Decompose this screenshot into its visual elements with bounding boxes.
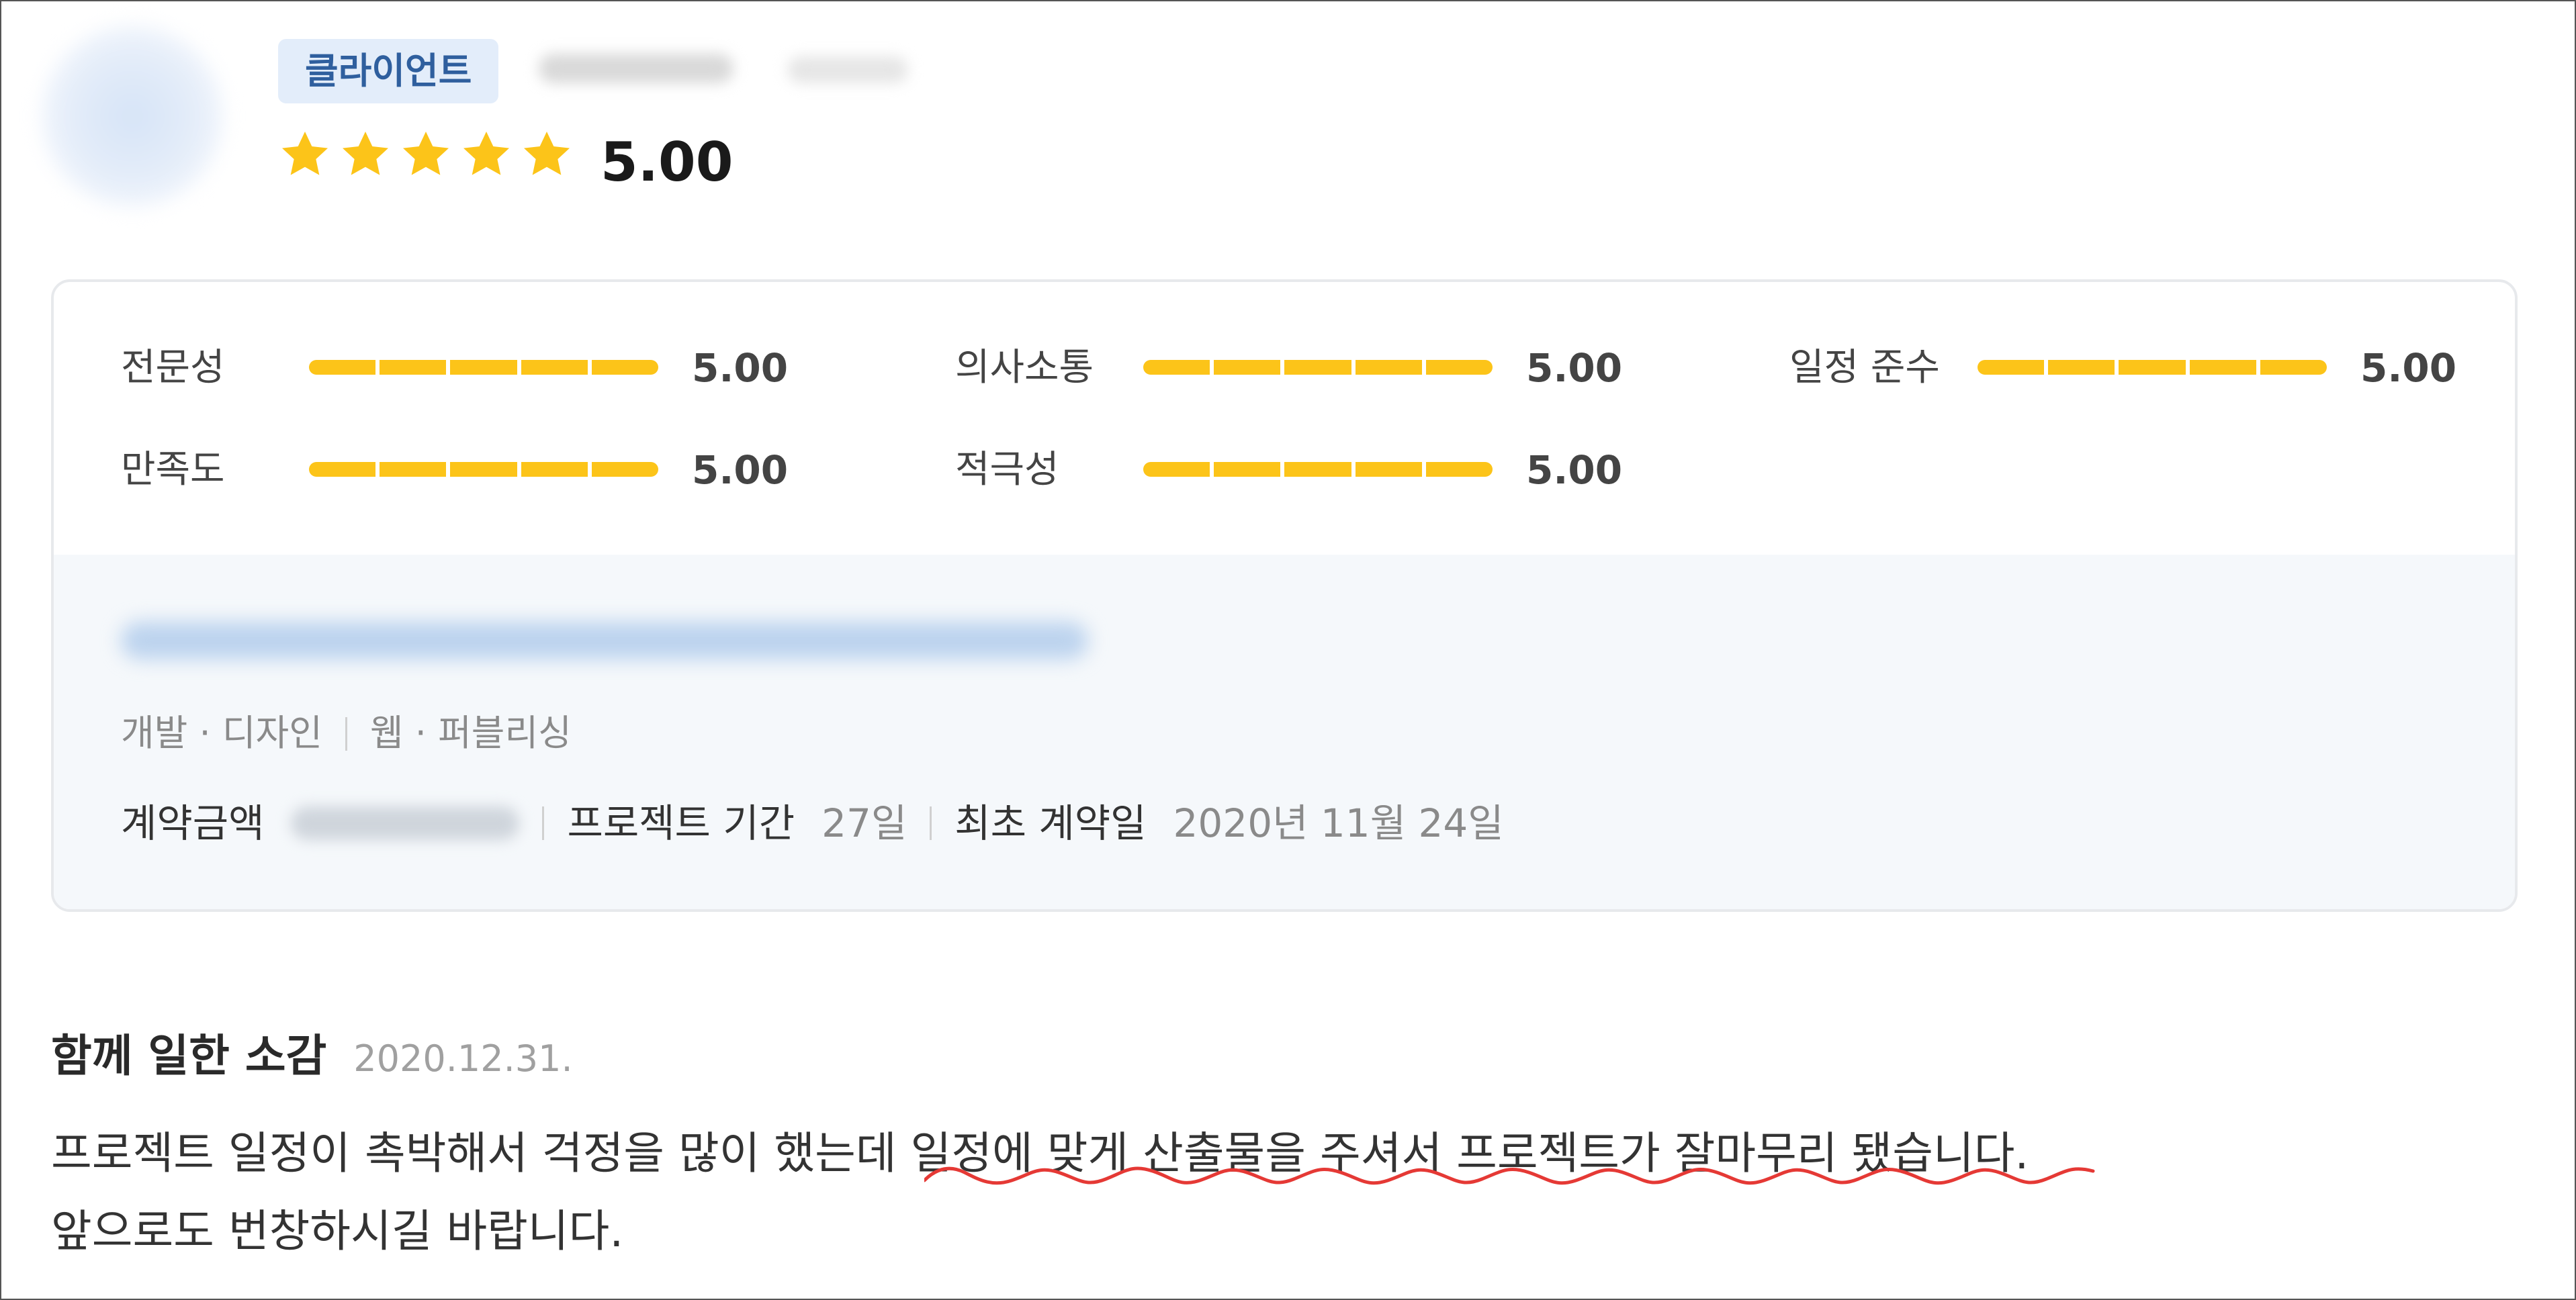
review-line: 앞으로도 번창하시길 바랍니다.	[51, 1205, 624, 1257]
metric-bar-segment	[2119, 360, 2186, 375]
review-date: 2020.12.31.	[353, 1037, 573, 1080]
metric-label: 전문성	[121, 346, 225, 389]
project-title-link-blurred[interactable]	[121, 622, 1088, 659]
star-icon	[524, 132, 570, 175]
metric-bar-segment	[1214, 462, 1281, 477]
metrics-panel: 전문성 5.00 의사소통 5.00 일정 준수 5.00 만족도 5.00 적	[54, 282, 2515, 555]
metric-score: 5.00	[692, 345, 789, 391]
metric-bar-segment	[591, 462, 659, 477]
star-icon	[343, 132, 388, 175]
project-info: 계약금액 프로젝트 기간 27일 최초 계약일 2020년 11월 24일	[121, 796, 1504, 850]
metric-communication: 의사소통 5.00	[955, 341, 1707, 395]
metric-bar-segment	[309, 462, 376, 477]
metric-bar-segment	[1355, 360, 1422, 375]
metric-schedule: 일정 준수 5.00	[1789, 341, 2515, 395]
first-contract-value: 2020년 11월 24일	[1173, 800, 1504, 846]
metric-bar-segment	[2189, 360, 2256, 375]
overall-score: 5.00	[601, 131, 734, 193]
review-card-frame: 클라이언트 5.00 전문성 5.00 의사소통 5.00 일정 준수 5.00…	[0, 0, 2576, 1300]
spellcheck-squiggle	[924, 1166, 2095, 1185]
metric-bar	[1143, 462, 1493, 477]
metric-bar-segment	[1214, 360, 1281, 375]
duration-label: 프로젝트 기간	[567, 800, 795, 846]
category-primary: 개발 · 디자인	[121, 712, 322, 754]
metric-bar-segment	[380, 462, 447, 477]
metric-label: 적극성	[955, 448, 1059, 492]
duration-value: 27일	[821, 800, 907, 846]
metric-bar-segment	[450, 462, 517, 477]
metric-bar-segment	[591, 360, 659, 375]
metric-bar-segment	[1284, 360, 1351, 375]
star-icon	[282, 132, 328, 175]
metric-proactiveness: 적극성 5.00	[955, 443, 1707, 497]
metric-score: 5.00	[1526, 345, 1623, 391]
contract-amount-blurred	[291, 806, 520, 840]
star-icon	[403, 132, 449, 175]
metric-bar-segment	[1143, 462, 1210, 477]
metric-satisfaction: 만족도 5.00	[121, 443, 873, 497]
contract-amount-label: 계약금액	[121, 800, 265, 846]
metric-score: 5.00	[2360, 345, 2457, 391]
metric-bar-segment	[2260, 360, 2327, 375]
metric-bar	[309, 360, 659, 375]
reviewer-name-blurred	[539, 54, 734, 83]
metric-label: 만족도	[121, 448, 225, 492]
metric-bar-segment	[521, 360, 588, 375]
metric-bar-segment	[1425, 360, 1493, 375]
rating-card: 전문성 5.00 의사소통 5.00 일정 준수 5.00 만족도 5.00 적	[51, 279, 2518, 912]
metric-bar-segment	[1284, 462, 1351, 477]
metric-bar-segment	[309, 360, 376, 375]
metric-bar-segment	[1143, 360, 1210, 375]
star-rating	[278, 128, 574, 181]
reviewer-meta-blurred	[787, 56, 908, 83]
client-badge: 클라이언트	[278, 39, 499, 103]
star-icon	[463, 132, 509, 175]
avatar	[42, 26, 223, 207]
metric-expertise: 전문성 5.00	[121, 341, 873, 395]
metric-bar-segment	[1355, 462, 1422, 477]
metric-bar-segment	[1425, 462, 1493, 477]
review-heading: 함께 일한 소감 2020.12.31.	[51, 1026, 573, 1089]
metric-score: 5.00	[1526, 447, 1623, 493]
category-secondary: 웹 · 퍼블리싱	[369, 712, 572, 754]
project-panel: 개발 · 디자인 웹 · 퍼블리싱 계약금액 프로젝트 기간 27일 최초 계약일…	[54, 555, 2515, 909]
metric-bar-segment	[1978, 360, 2045, 375]
first-contract-label: 최초 계약일	[954, 800, 1147, 846]
metric-label: 일정 준수	[1789, 346, 1940, 389]
metric-bar-segment	[521, 462, 588, 477]
project-category: 개발 · 디자인 웹 · 퍼블리싱	[121, 708, 572, 759]
review-title: 함께 일한 소감	[51, 1030, 327, 1082]
category-divider	[345, 717, 347, 751]
metric-label: 의사소통	[955, 346, 1094, 389]
metric-bar	[1143, 360, 1493, 375]
metric-bar	[309, 462, 659, 477]
info-divider	[542, 806, 545, 840]
metric-bar-segment	[2048, 360, 2115, 375]
metric-score: 5.00	[692, 447, 789, 493]
metric-bar-segment	[450, 360, 517, 375]
metric-bar-segment	[380, 360, 447, 375]
metric-bar	[1978, 360, 2327, 375]
info-divider	[930, 806, 932, 840]
